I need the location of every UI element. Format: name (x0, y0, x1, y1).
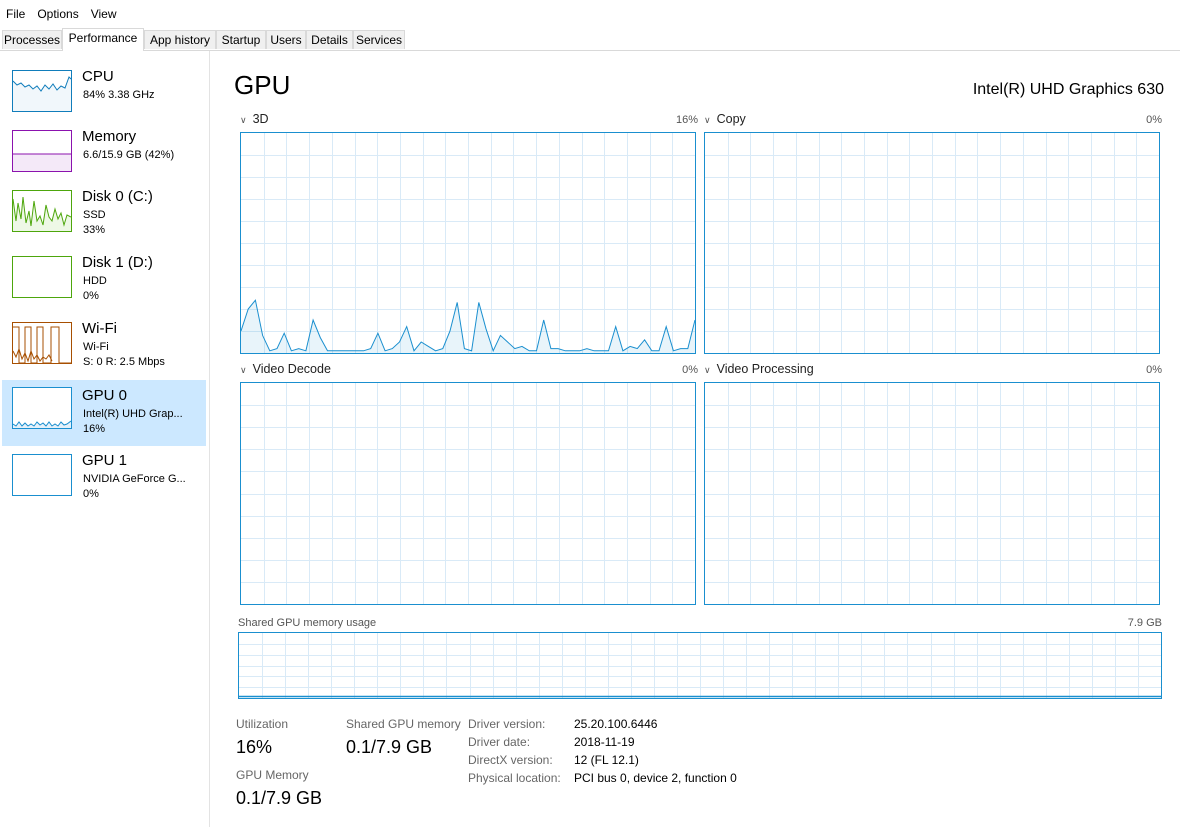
menu-view[interactable]: View (85, 0, 123, 28)
menu-options[interactable]: Options (31, 0, 84, 28)
tab-startup[interactable]: Startup (216, 30, 266, 49)
sidebar-item-detail: 16% (83, 423, 106, 435)
menu-bar: File Options View (0, 0, 1180, 28)
physical-location-value: PCI bus 0, device 2, function 0 (574, 771, 737, 785)
shared-memory-label: Shared GPU memory usage (238, 617, 377, 629)
graph-3d (240, 132, 696, 354)
graph-video-decode-selector[interactable]: ∨ Video Decode (240, 362, 331, 376)
cpu-thumbnail-svg (12, 76, 72, 111)
graph-3d-grid (241, 133, 695, 353)
sidebar-item-detail: SSD (83, 209, 106, 221)
memory-thumbnail-svg (13, 153, 71, 171)
sidebar-item-gpu-0[interactable]: GPU 0 Intel(R) UHD Grap... 16% (2, 380, 206, 446)
shared-gpu-memory-label: Shared GPU memory (346, 717, 461, 731)
driver-version-label: Driver version: (468, 717, 546, 731)
sidebar-item-title: Memory (82, 128, 137, 145)
sidebar-item-detail: 33% (83, 224, 106, 236)
graph-percent: 0% (682, 364, 698, 376)
cpu-thumbnail-graph (12, 70, 72, 112)
menu-file[interactable]: File (0, 0, 31, 28)
sidebar-item-detail: 6.6/15.9 GB (42%) (83, 149, 175, 161)
gpu-device-name: Intel(R) UHD Graphics 630 (972, 81, 1164, 98)
resource-sidebar: CPU 84% 3.38 GHz Memory 6.6/15.9 GB (42%… (0, 51, 210, 827)
graph-percent: 0% (1146, 364, 1162, 376)
page-title: GPU (234, 70, 291, 100)
sidebar-item-detail: 84% 3.38 GHz (83, 89, 155, 101)
shared-memory-max: 7.9 GB (1127, 617, 1162, 629)
utilization-value: 16% (236, 737, 273, 757)
graph-label: Video Decode (252, 362, 331, 376)
shared-gpu-memory-value: 0.1/7.9 GB (346, 737, 433, 757)
graph-shared-memory (238, 632, 1162, 699)
gpu0-thumbnail-svg (12, 420, 72, 428)
graph-label: Video Processing (716, 362, 814, 376)
sidebar-item-wifi[interactable]: Wi-Fi Wi-Fi S: 0 R: 2.5 Mbps (2, 318, 206, 382)
chevron-down-icon: ∨ (704, 365, 711, 375)
memory-thumbnail-graph (12, 130, 72, 172)
sidebar-item-cpu[interactable]: CPU 84% 3.38 GHz (2, 66, 206, 130)
sidebar-item-disk-1[interactable]: Disk 1 (D:) HDD 0% (2, 252, 206, 316)
sidebar-item-title: GPU 0 (82, 387, 128, 404)
sidebar-item-disk-0[interactable]: Disk 0 (C:) SSD 33% (2, 186, 206, 250)
gpu-memory-value: 0.1/7.9 GB (236, 788, 323, 808)
sidebar-item-memory[interactable]: Memory 6.6/15.9 GB (42%) (2, 126, 206, 190)
graph-shared-memory-grid (239, 633, 1161, 698)
driver-date-value: 2018-11-19 (574, 735, 635, 749)
disk0-thumbnail-svg (12, 196, 72, 231)
graph-video-decode (240, 382, 696, 605)
graph-percent: 0% (1146, 114, 1162, 126)
sidebar-item-title: CPU (82, 68, 114, 85)
driver-version-value: 25.20.100.6446 (574, 717, 658, 731)
sidebar-item-detail: S: 0 R: 2.5 Mbps (83, 356, 165, 368)
gpu0-thumbnail-graph (12, 387, 72, 429)
disk0-thumbnail-graph (12, 190, 72, 232)
tab-services[interactable]: Services (353, 30, 405, 49)
sidebar-item-detail: 0% (83, 488, 99, 500)
graph-copy (704, 132, 1160, 354)
tab-users[interactable]: Users (266, 30, 306, 49)
sidebar-item-detail: Wi-Fi (83, 341, 109, 353)
tab-app-history[interactable]: App history (144, 30, 216, 49)
sidebar-item-detail: NVIDIA GeForce G... (83, 473, 186, 485)
sidebar-item-title: Wi-Fi (82, 320, 117, 337)
chevron-down-icon: ∨ (240, 365, 247, 375)
graph-video-processing (704, 382, 1160, 605)
tab-strip: Processes Performance App history Startu… (0, 28, 1180, 51)
sidebar-item-title: Disk 1 (D:) (82, 254, 153, 271)
disk1-thumbnail-graph (12, 256, 72, 298)
directx-version-value: 12 (FL 12.1) (574, 753, 639, 767)
wifi-thumbnail-svg (12, 326, 71, 364)
driver-date-label: Driver date: (468, 735, 531, 749)
tab-processes[interactable]: Processes (2, 30, 62, 49)
tab-performance[interactable]: Performance (62, 28, 144, 51)
graph-percent: 16% (675, 114, 698, 126)
chevron-down-icon: ∨ (704, 115, 711, 125)
graph-label: 3D (252, 112, 269, 126)
utilization-label: Utilization (236, 717, 289, 731)
graph-video-decode-grid (241, 383, 695, 604)
graph-copy-selector[interactable]: ∨ Copy (704, 112, 746, 126)
sidebar-item-gpu-1[interactable]: GPU 1 NVIDIA GeForce G... 0% (2, 450, 206, 514)
gpu-memory-label: GPU Memory (236, 768, 309, 782)
sidebar-item-title: GPU 1 (82, 452, 128, 469)
graph-video-processing-grid (705, 383, 1159, 604)
physical-location-label: Physical location: (468, 771, 561, 785)
graph-copy-grid (705, 133, 1159, 353)
sidebar-item-title: Disk 0 (C:) (82, 188, 153, 205)
graph-video-processing-selector[interactable]: ∨ Video Processing (704, 362, 814, 376)
graph-label: Copy (716, 112, 746, 126)
directx-version-label: DirectX version: (468, 753, 553, 767)
chevron-down-icon: ∨ (240, 115, 247, 125)
sidebar-item-detail: Intel(R) UHD Grap... (83, 408, 183, 420)
graph-3d-selector[interactable]: ∨ 3D (240, 112, 269, 126)
sidebar-item-detail: HDD (83, 275, 107, 287)
wifi-thumbnail-graph (12, 322, 72, 364)
tab-details[interactable]: Details (306, 30, 353, 49)
sidebar-item-detail: 0% (83, 290, 99, 302)
gpu1-thumbnail-graph (12, 454, 72, 496)
